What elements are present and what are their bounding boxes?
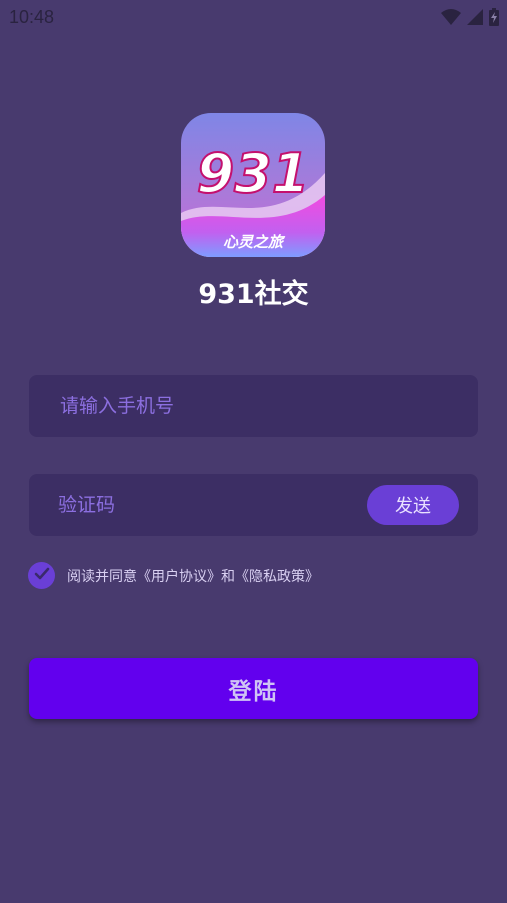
app-logo: 931 心灵之旅 xyxy=(181,113,325,257)
send-code-button[interactable]: 发送 xyxy=(367,485,459,525)
cell-signal-icon xyxy=(467,9,483,25)
code-field: 发送 xyxy=(29,474,478,536)
status-bar: 10:48 xyxy=(0,0,507,34)
wifi-icon xyxy=(441,9,461,25)
check-icon xyxy=(34,566,50,586)
verification-code-input[interactable] xyxy=(29,474,359,536)
logo-tagline: 心灵之旅 xyxy=(223,233,286,251)
agreement-row: 阅读并同意《用户协议》和《隐私政策》 xyxy=(28,562,319,589)
login-screen: 10:48 931 心灵之旅 931社交 请输入手机号 验证码 发送 阅读并同意… xyxy=(0,0,507,903)
phone-field xyxy=(29,375,478,437)
agreement-checkbox[interactable] xyxy=(28,562,55,589)
login-button[interactable]: 登陆 xyxy=(29,658,478,719)
logo-number: 931 xyxy=(197,142,310,205)
status-icons xyxy=(441,8,499,26)
battery-charging-icon xyxy=(489,8,499,26)
status-time: 10:48 xyxy=(9,7,55,27)
phone-input[interactable] xyxy=(29,375,478,437)
agreement-text[interactable]: 阅读并同意《用户协议》和《隐私政策》 xyxy=(67,566,319,586)
app-name: 931社交 xyxy=(198,279,309,310)
